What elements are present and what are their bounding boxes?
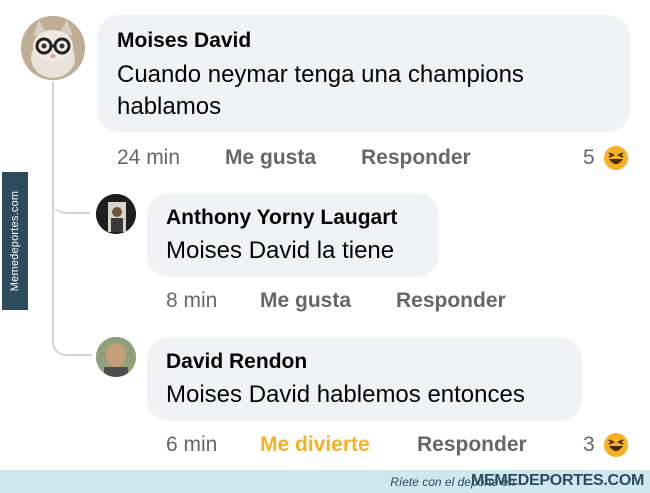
comment-time[interactable]: 8 min xyxy=(166,289,217,313)
avatar-moises[interactable] xyxy=(21,16,85,80)
comment-author[interactable]: David Rendon xyxy=(166,350,307,374)
cat-with-glasses-avatar-icon xyxy=(21,16,85,80)
footer-watermark: Ríete con el deporte en MEMEDEPORTES.COM xyxy=(0,470,650,493)
like-button[interactable]: Me gusta xyxy=(260,289,351,313)
thread-connector-2 xyxy=(52,212,92,356)
comment-author[interactable]: Anthony Yorny Laugart xyxy=(166,206,397,230)
comment-bubble-2: Anthony Yorny Laugart Moises David la ti… xyxy=(147,193,439,277)
like-button[interactable]: Me gusta xyxy=(225,146,316,170)
avatar-anthony[interactable] xyxy=(96,194,136,234)
profile-photo-icon xyxy=(96,337,136,377)
profile-photo-icon xyxy=(96,194,136,234)
footer-brand: MEMEDEPORTES.COM xyxy=(471,472,644,489)
comment-text: Moises David la tiene xyxy=(166,237,395,264)
comment-author[interactable]: Moises David xyxy=(117,29,251,53)
laughing-emoji-icon[interactable] xyxy=(603,432,629,458)
comment-text: Moises David hablemos entonces xyxy=(166,381,525,408)
comment-bubble-1: Moises David Cuando neymar tenga una cha… xyxy=(97,15,630,132)
comment-time[interactable]: 6 min xyxy=(166,433,217,457)
side-watermark-text: Memedeportes.com xyxy=(9,190,21,292)
comment-bubble-3: David Rendon Moises David hablemos enton… xyxy=(147,337,582,421)
thread-connector-1 xyxy=(52,180,90,214)
laughing-emoji-icon[interactable] xyxy=(603,145,629,171)
reply-button[interactable]: Responder xyxy=(361,146,471,170)
reaction-button[interactable]: Me divierte xyxy=(260,433,370,457)
reply-button[interactable]: Responder xyxy=(396,289,506,313)
reply-button[interactable]: Responder xyxy=(417,433,527,457)
avatar-david-rendon[interactable] xyxy=(96,337,136,377)
reaction-count[interactable]: 5 xyxy=(583,146,595,170)
comment-time[interactable]: 24 min xyxy=(117,146,180,170)
side-watermark: Memedeportes.com xyxy=(2,172,28,310)
reaction-count[interactable]: 3 xyxy=(583,433,595,457)
comment-text: Cuando neymar tenga una champions hablam… xyxy=(117,61,524,120)
